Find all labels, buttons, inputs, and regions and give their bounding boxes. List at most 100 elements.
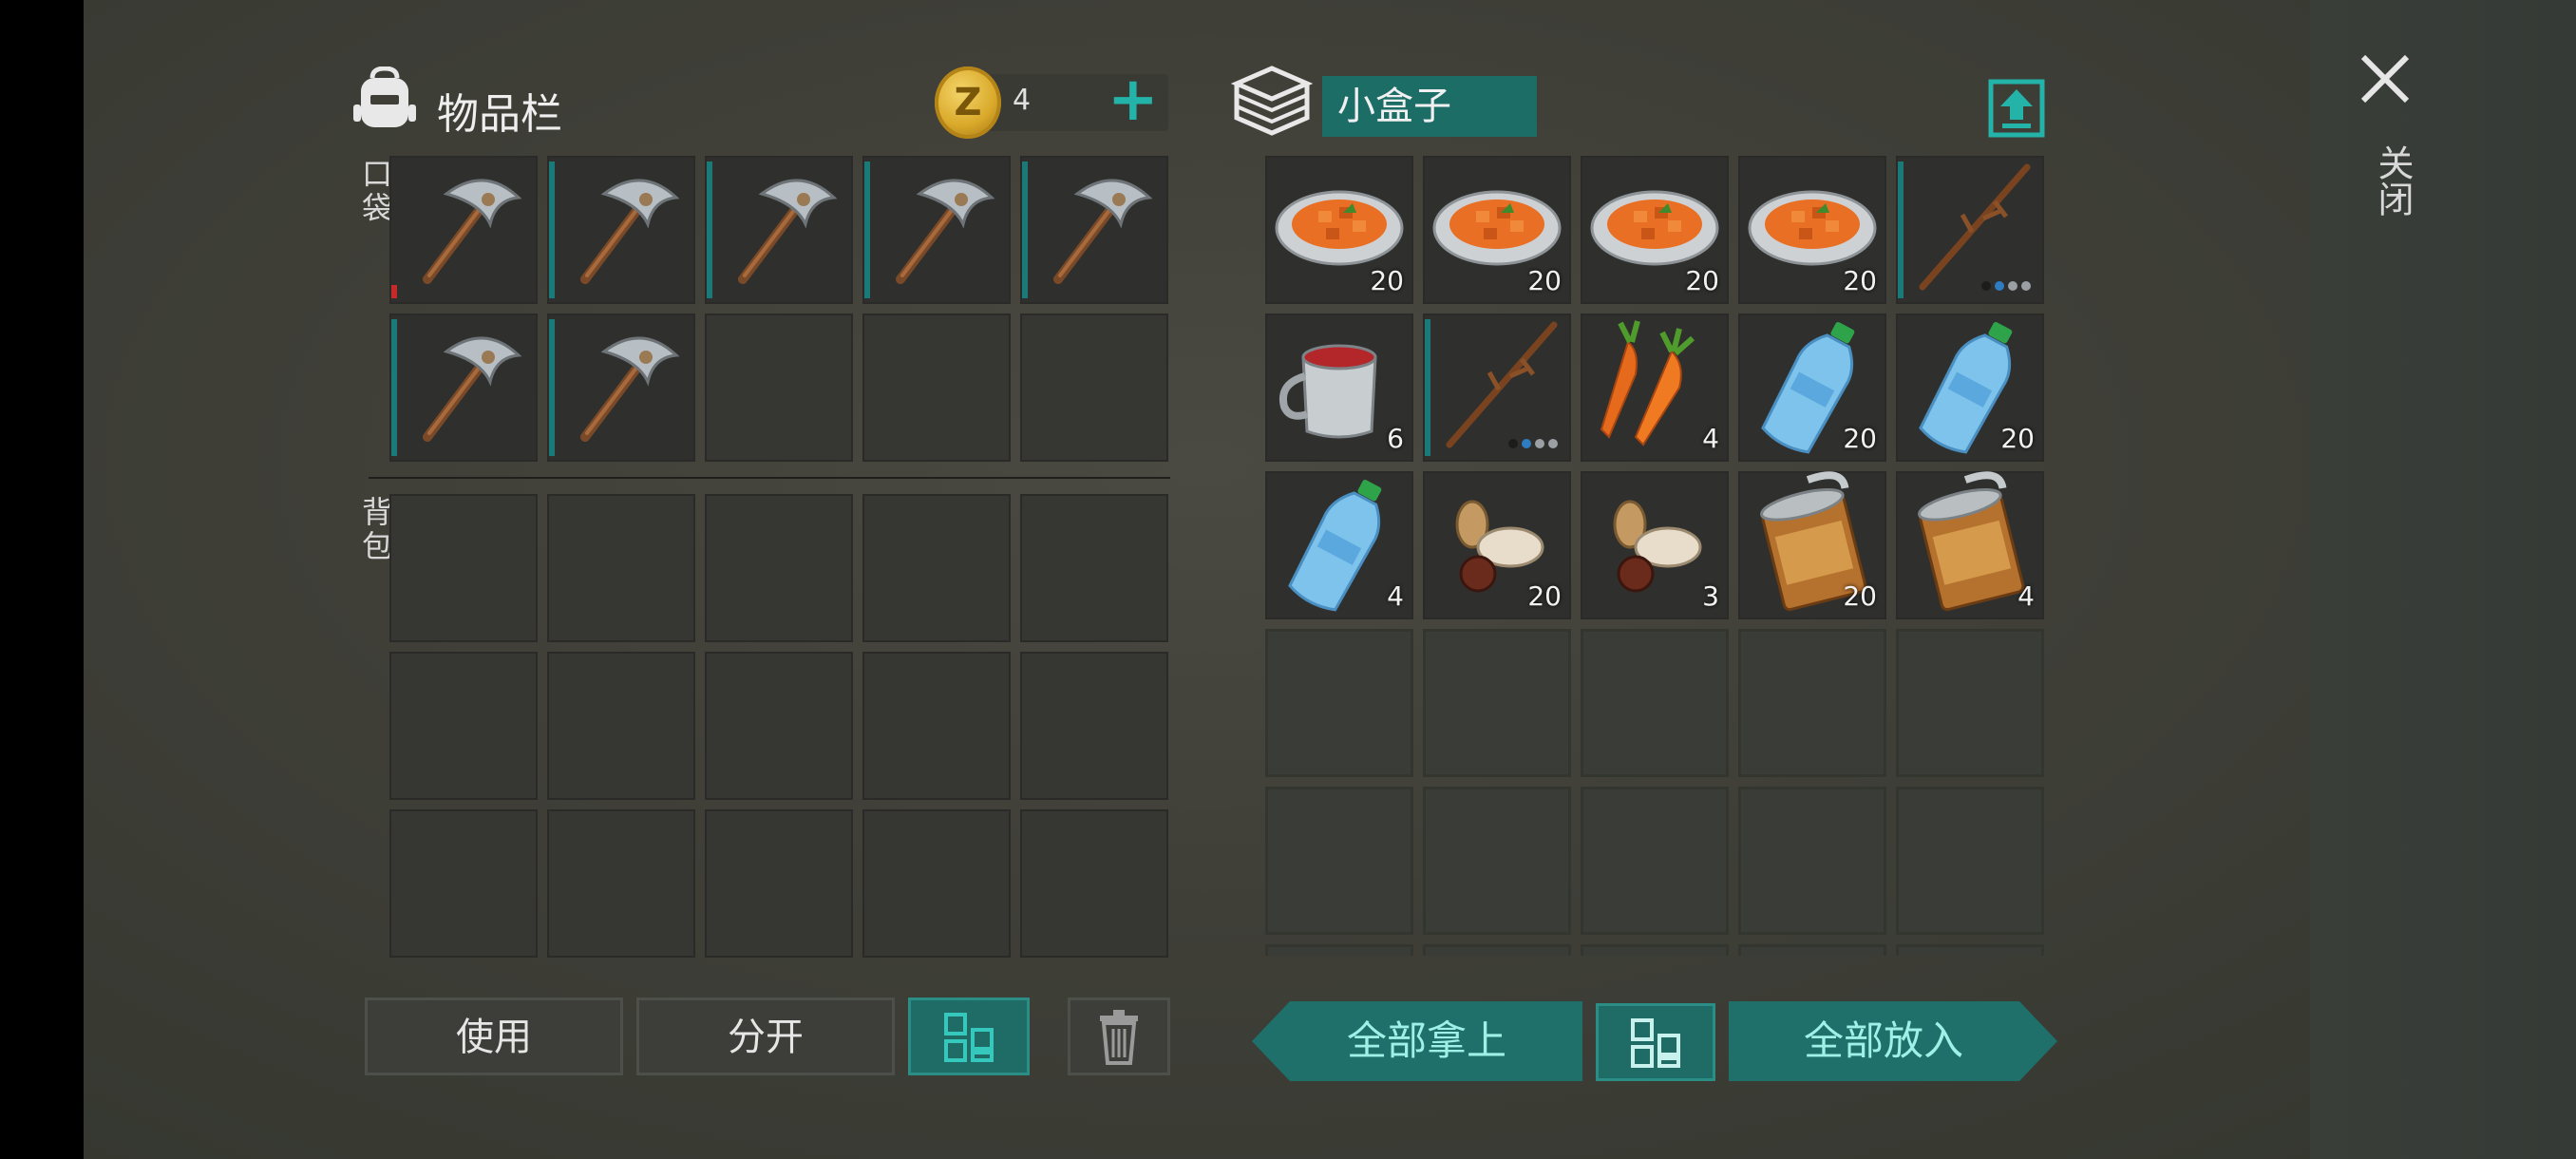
item-slot[interactable]: 20	[1896, 314, 2044, 462]
item-slot[interactable]	[389, 156, 538, 304]
empty-slot[interactable]	[1265, 944, 1413, 956]
empty-slot[interactable]	[1738, 629, 1886, 777]
grid-sort-icon	[1631, 1018, 1680, 1068]
item-quantity: 4	[1702, 423, 1719, 454]
item-slot[interactable]: 20	[1738, 156, 1886, 304]
item-slot[interactable]	[705, 156, 853, 304]
empty-slot[interactable]	[389, 652, 538, 800]
item-quantity: 20	[1685, 265, 1719, 296]
item-quantity: 20	[1843, 265, 1877, 296]
item-slot[interactable]	[389, 314, 538, 462]
empty-slot[interactable]	[1265, 787, 1413, 935]
empty-slot[interactable]	[1423, 629, 1571, 777]
empty-slot[interactable]	[862, 809, 1011, 958]
empty-slot[interactable]	[1738, 787, 1886, 935]
item-slot[interactable]: 20	[1423, 471, 1571, 619]
empty-slot[interactable]	[1896, 944, 2044, 956]
empty-slot[interactable]	[862, 314, 1011, 462]
item-slot[interactable]	[547, 156, 695, 304]
upgrade-dots	[1508, 439, 1558, 448]
empty-slot[interactable]	[1581, 944, 1729, 956]
box-icon	[1231, 66, 1313, 136]
item-slot[interactable]	[862, 156, 1011, 304]
item-slot[interactable]	[1020, 156, 1168, 304]
empty-slot[interactable]	[705, 652, 853, 800]
upgrade-dots	[1981, 281, 2031, 291]
empty-slot[interactable]	[1896, 629, 2044, 777]
item-slot[interactable]: 4	[1896, 471, 2044, 619]
item-quantity: 20	[2000, 423, 2035, 454]
item-slot[interactable]: 4	[1581, 314, 1729, 462]
empty-slot[interactable]	[1581, 629, 1729, 777]
item-slot[interactable]: 3	[1581, 471, 1729, 619]
durability-bar	[864, 162, 870, 298]
empty-slot[interactable]	[1738, 944, 1886, 956]
empty-slot[interactable]	[862, 494, 1011, 642]
item-quantity: 20	[1527, 265, 1562, 296]
durability-bar	[707, 162, 712, 298]
backpack-icon	[353, 66, 416, 127]
empty-slot[interactable]	[1581, 787, 1729, 935]
empty-slot[interactable]	[1265, 629, 1413, 777]
empty-slot[interactable]	[705, 314, 853, 462]
item-slot[interactable]: 20	[1265, 156, 1413, 304]
take-all-label: 全部拿上	[1346, 1017, 1506, 1064]
empty-slot[interactable]	[547, 809, 695, 958]
container-name: 小盒子	[1322, 76, 1537, 137]
empty-slot[interactable]	[1020, 314, 1168, 462]
right-strip	[2310, 0, 2576, 1159]
empty-slot[interactable]	[1896, 787, 2044, 935]
put-all-label: 全部放入	[1803, 1017, 1963, 1064]
empty-slot[interactable]	[389, 809, 538, 958]
empty-slot[interactable]	[1020, 809, 1168, 958]
coin-count: 4	[1013, 84, 1032, 117]
item-slot[interactable]	[1423, 314, 1571, 462]
item-slot[interactable]: 6	[1265, 314, 1413, 462]
empty-slot[interactable]	[862, 652, 1011, 800]
empty-slot[interactable]	[389, 494, 538, 642]
empty-slot[interactable]	[1423, 944, 1571, 956]
item-quantity: 20	[1370, 265, 1404, 296]
add-coins-button[interactable]: +	[1108, 69, 1159, 130]
item-quantity: 4	[2017, 580, 2035, 612]
section-divider	[369, 477, 1170, 479]
empty-slot[interactable]	[547, 494, 695, 642]
durability-bar	[391, 162, 397, 298]
empty-slot[interactable]	[705, 494, 853, 642]
sort-inventory-button[interactable]	[908, 998, 1030, 1075]
item-slot[interactable]	[547, 314, 695, 462]
item-quantity: 20	[1843, 423, 1877, 454]
item-slot[interactable]: 20	[1423, 156, 1571, 304]
durability-bar	[391, 319, 397, 456]
sort-container-button[interactable]	[1596, 1003, 1715, 1081]
container-grid: 20 20 20 20 6 4 20 20 4 20 3 20 4	[1265, 156, 2044, 956]
item-slot[interactable]: 4	[1265, 471, 1413, 619]
empty-slot[interactable]	[547, 652, 695, 800]
durability-bar	[1425, 319, 1430, 456]
item-quantity: 20	[1843, 580, 1877, 612]
pocket-grid	[389, 156, 1168, 462]
split-button[interactable]: 分开	[636, 998, 895, 1075]
empty-slot[interactable]	[705, 809, 853, 958]
put-all-button[interactable]: 全部放入	[1729, 1001, 2057, 1081]
empty-slot[interactable]	[1020, 494, 1168, 642]
trash-button[interactable]	[1068, 998, 1170, 1075]
take-all-button[interactable]: 全部拿上	[1252, 1001, 1582, 1081]
empty-slot[interactable]	[1020, 652, 1168, 800]
inventory-title: 物品栏	[437, 90, 562, 139]
use-button[interactable]: 使用	[365, 998, 623, 1075]
item-slot[interactable]	[1896, 156, 2044, 304]
item-quantity: 3	[1702, 580, 1719, 612]
empty-slot[interactable]	[1423, 787, 1571, 935]
backpack-grid	[389, 494, 1168, 958]
item-slot[interactable]: 20	[1738, 314, 1886, 462]
grid-sort-icon	[944, 1013, 994, 1062]
close-label[interactable]: 关闭	[2367, 144, 2419, 217]
item-quantity: 4	[1387, 580, 1404, 612]
durability-bar	[549, 162, 555, 298]
item-quantity: 6	[1387, 423, 1404, 454]
upload-button[interactable]	[1985, 76, 2048, 139]
close-icon[interactable]	[2356, 49, 2415, 108]
item-slot[interactable]: 20	[1581, 156, 1729, 304]
item-slot[interactable]: 20	[1738, 471, 1886, 619]
